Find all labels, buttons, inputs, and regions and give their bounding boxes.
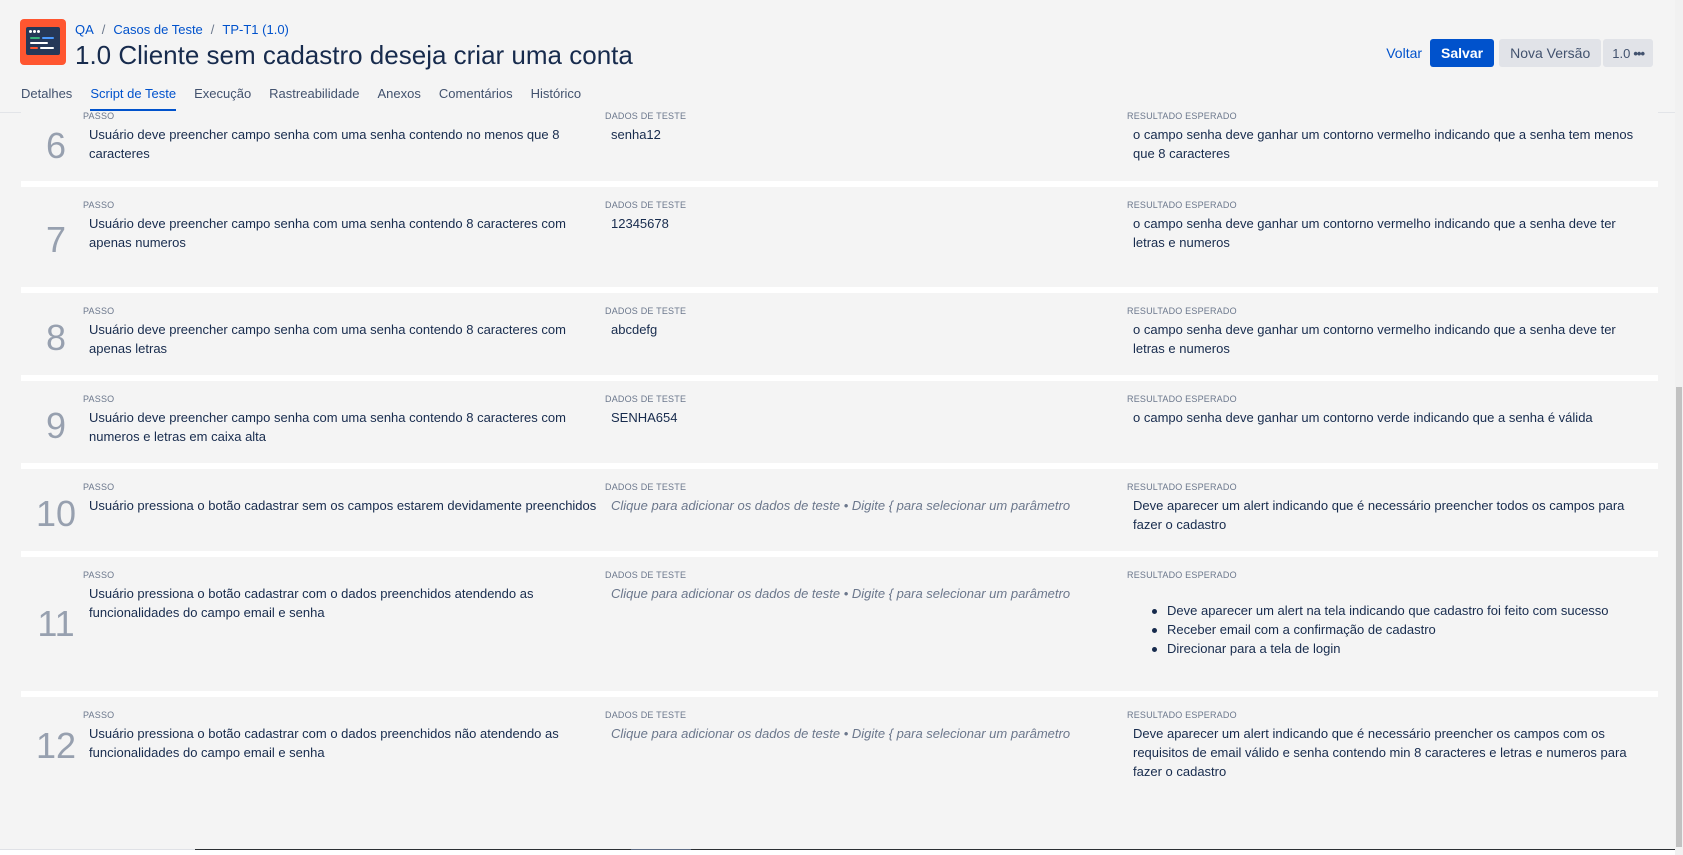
expected-result[interactable]: o campo senha deve ganhar um contorno ve… [1133,320,1648,358]
step-number: 8 [45,317,67,358]
step-description[interactable]: Usuário pressiona o botão cadastrar com … [89,724,599,762]
breadcrumb: QA / Casos de Teste / TP-T1 (1.0) [75,22,289,37]
step-number: 12 [35,725,77,766]
step-number: 7 [45,219,67,260]
step-column-label: PASSO [83,306,115,316]
version-label: 1.0 [1612,45,1631,61]
expected-result-column-label: RESULTADO ESPERADO [1127,710,1237,720]
expected-result-item: Receber email com a confirmação de cadas… [1148,620,1658,639]
tab-detalhes[interactable]: Detalhes [21,86,72,111]
test-case-page: QA / Casos de Teste / TP-T1 (1.0) 1.0 Cl… [0,0,1675,850]
test-data-column-label: DADOS DE TESTE [605,710,687,720]
test-data-column-label: DADOS DE TESTE [605,111,687,121]
test-data-column-label: DADOS DE TESTE [605,200,687,210]
page-title[interactable]: 1.0 Cliente sem cadastro deseja criar um… [75,40,633,71]
vertical-scrollbar[interactable] [1675,0,1683,855]
step-number: 11 [37,603,75,644]
horizontal-scrollbar[interactable] [0,849,1675,850]
test-step-row[interactable]: 7 PASSO Usuário deve preencher campo sen… [21,187,1658,287]
breadcrumb-separator: / [210,22,215,37]
test-data-placeholder[interactable]: Clique para adicionar os dados de teste … [611,496,1081,515]
breadcrumb-project[interactable]: QA [75,22,94,37]
expected-result-column-label: RESULTADO ESPERADO [1127,111,1237,121]
page-header: QA / Casos de Teste / TP-T1 (1.0) 1.0 Cl… [0,0,1675,113]
expected-result[interactable]: o campo senha deve ganhar um contorno ve… [1133,125,1648,163]
vertical-scroll-thumb[interactable] [1676,387,1682,847]
step-description[interactable]: Usuário deve preencher campo senha com u… [89,408,599,446]
step-description[interactable]: Usuário deve preencher campo senha com u… [89,320,599,358]
expected-result-column-label: RESULTADO ESPERADO [1127,482,1237,492]
expected-result-item: Deve aparecer um alert na tela indicando… [1148,601,1658,620]
expected-result-item: Direcionar para a tela de login [1148,639,1658,658]
test-data-column-label: DADOS DE TESTE [605,570,687,580]
test-data-column-label: DADOS DE TESTE [605,394,687,404]
test-data-column-label: DADOS DE TESTE [605,306,687,316]
test-step-row[interactable]: 8 PASSO Usuário deve preencher campo sen… [21,293,1658,375]
test-data-value[interactable]: SENHA654 [611,408,1081,427]
breadcrumb-separator: / [101,22,106,37]
tab-rastreabilidade[interactable]: Rastreabilidade [269,86,359,111]
test-step-row[interactable]: 10 PASSO Usuário pressiona o botão cadas… [21,469,1658,551]
save-button[interactable]: Salvar [1430,39,1495,67]
expected-result-column-label: RESULTADO ESPERADO [1127,394,1237,404]
expected-result-column-label: RESULTADO ESPERADO [1127,570,1237,580]
step-column-label: PASSO [83,710,115,720]
step-description[interactable]: Usuário deve preencher campo senha com u… [89,125,599,163]
expected-result-list[interactable]: Deve aparecer um alert na tela indicando… [1148,601,1658,658]
tab-anexos[interactable]: Anexos [378,86,421,111]
tab-comentarios[interactable]: Comentários [439,86,513,111]
test-data-value[interactable]: senha12 [611,125,1081,144]
expected-result[interactable]: Deve aparecer um alert indicando que é n… [1133,496,1648,534]
more-icon: ••• [1633,45,1645,61]
test-data-value[interactable]: abcdefg [611,320,1081,339]
expected-result[interactable]: Deve aparecer um alert indicando que é n… [1133,724,1648,781]
breadcrumb-test-case-key[interactable]: TP-T1 (1.0) [222,22,288,37]
expected-result[interactable]: o campo senha deve ganhar um contorno ve… [1133,214,1648,252]
step-column-label: PASSO [83,482,115,492]
step-column-label: PASSO [83,200,115,210]
project-app-icon[interactable] [20,19,66,65]
horizontal-scroll-thumb[interactable] [631,849,691,850]
breadcrumb-test-cases[interactable]: Casos de Teste [113,22,202,37]
tab-script-de-teste[interactable]: Script de Teste [90,86,177,111]
scrollbar-track-left [0,849,195,850]
new-version-button[interactable]: Nova Versão [1499,39,1602,67]
step-column-label: PASSO [83,111,115,121]
tab-historico[interactable]: Histórico [531,86,582,111]
version-menu-button[interactable]: 1.0 ••• [1603,39,1653,67]
step-description[interactable]: Usuário deve preencher campo senha com u… [89,214,599,252]
expected-result-column-label: RESULTADO ESPERADO [1127,306,1237,316]
step-column-label: PASSO [83,570,115,580]
app-icon-screen [26,27,60,55]
test-step-row[interactable]: 9 PASSO Usuário deve preencher campo sen… [21,381,1658,463]
expected-result[interactable]: o campo senha deve ganhar um contorno ve… [1133,408,1648,427]
test-step-row[interactable]: 6 PASSO Usuário deve preencher campo sen… [21,111,1658,181]
test-data-value[interactable]: 12345678 [611,214,1081,233]
header-actions: Voltar Salvar Nova Versão 1.0 ••• [1386,39,1653,67]
tab-bar: Detalhes Script de Teste Execução Rastre… [21,86,599,111]
step-number: 6 [45,125,67,166]
step-number: 10 [35,493,77,534]
test-data-placeholder[interactable]: Clique para adicionar os dados de teste … [611,724,1081,743]
test-step-row[interactable]: 11 PASSO Usuário pressiona o botão cadas… [21,557,1658,691]
test-step-row[interactable]: 12 PASSO Usuário pressiona o botão cadas… [21,697,1658,807]
tab-execucao[interactable]: Execução [194,86,251,111]
test-data-column-label: DADOS DE TESTE [605,482,687,492]
back-button[interactable]: Voltar [1386,45,1422,61]
step-column-label: PASSO [83,394,115,404]
step-description[interactable]: Usuário pressiona o botão cadastrar sem … [89,496,599,515]
test-data-placeholder[interactable]: Clique para adicionar os dados de teste … [611,584,1081,603]
step-description[interactable]: Usuário pressiona o botão cadastrar com … [89,584,599,622]
expected-result-column-label: RESULTADO ESPERADO [1127,200,1237,210]
step-number: 9 [45,405,67,446]
